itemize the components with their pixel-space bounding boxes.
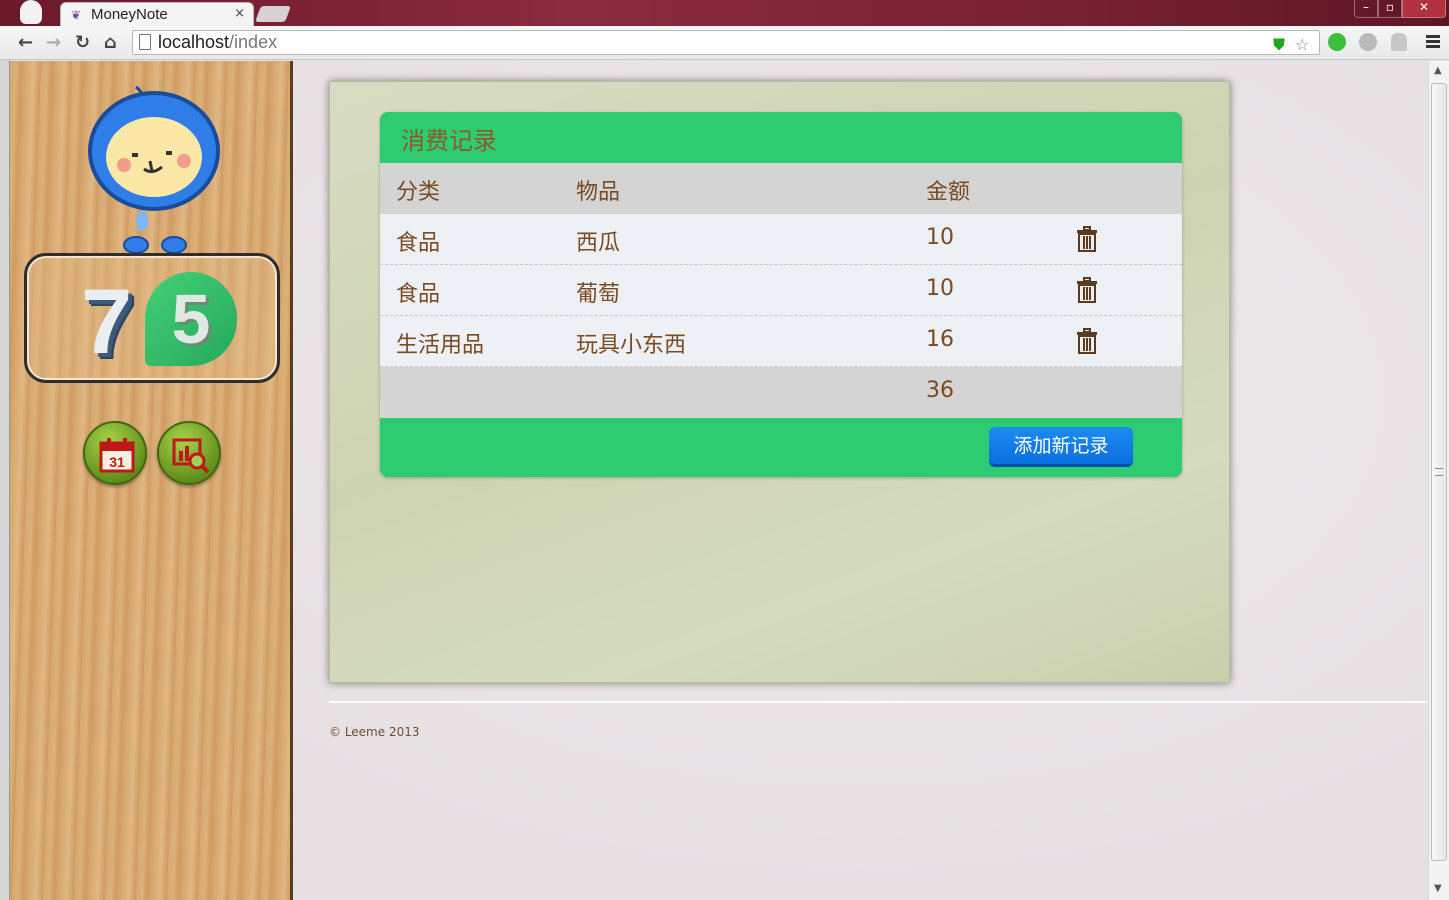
home-icon[interactable]: ⌂ [104, 32, 117, 53]
table-row: 食品 西瓜 10 [380, 214, 1182, 265]
window-titlebar: ❦ MoneyNote × – ▫ ✕ [0, 0, 1449, 26]
counter-digit-2: 5 [171, 280, 211, 358]
row-amount: 10 [926, 276, 954, 301]
menu-icon[interactable] [1426, 35, 1440, 50]
scrollbar-grip [1435, 468, 1443, 476]
calendar-button[interactable]: 31 [83, 421, 147, 485]
card-title: 消费记录 [401, 127, 497, 155]
footer-divider [329, 701, 1428, 703]
row-amount: 10 [926, 225, 954, 250]
favicon-icon: ❦ [71, 8, 82, 22]
stats-search-icon [172, 438, 210, 474]
tab-title: MoneyNote [91, 6, 168, 23]
table-row: 生活用品 玩具小东西 16 [380, 316, 1182, 367]
tab-close-icon[interactable]: × [234, 6, 245, 21]
statistics-button[interactable] [157, 421, 221, 485]
content-panel: 消费记录 分类 物品 金额 食品 西瓜 10 食品 葡萄 10 生活用品 玩具小… [329, 81, 1230, 683]
forward-icon[interactable]: → [46, 32, 61, 53]
expense-table: 分类 物品 金额 食品 西瓜 10 食品 葡萄 10 生活用品 玩具小东西 16… [380, 163, 1182, 418]
row-category: 食品 [396, 231, 441, 256]
svg-text:31: 31 [109, 454, 125, 470]
row-category: 食品 [396, 282, 441, 307]
page-icon [139, 34, 151, 50]
shield-icon[interactable]: ⛊ [1273, 35, 1285, 55]
counter-digit-2-badge: 5 [145, 272, 237, 366]
back-icon[interactable]: ← [18, 32, 33, 53]
row-item: 葡萄 [576, 282, 621, 307]
table-row: 食品 葡萄 10 [380, 265, 1182, 316]
mascot-icon [88, 85, 220, 254]
maximize-button[interactable]: ▫ [1378, 0, 1402, 18]
row-item: 西瓜 [576, 231, 621, 256]
address-bar[interactable]: localhost/index ⛊ ☆ [132, 30, 1320, 55]
add-record-button[interactable]: 添加新记录 [989, 427, 1133, 467]
header-category: 分类 [396, 180, 441, 205]
trash-icon[interactable] [1076, 277, 1098, 303]
expense-card: 消费记录 分类 物品 金额 食品 西瓜 10 食品 葡萄 10 生活用品 玩具小… [380, 112, 1182, 477]
footer-copyright: © Leeme 2013 [329, 725, 420, 739]
trash-icon[interactable] [1076, 328, 1098, 354]
record-counter: 7 5 [24, 253, 280, 383]
extension-icon[interactable] [1328, 33, 1346, 51]
background-window-edge [0, 60, 10, 900]
scrollbar-thumb[interactable] [1431, 83, 1447, 861]
trash-icon[interactable] [1076, 226, 1098, 252]
url-text: localhost/index [158, 32, 278, 52]
profile-icon[interactable] [20, 0, 42, 24]
counter-digit-1: 7 [81, 271, 133, 373]
page: 7 5 31 消费记录 分类 物品 金额 食品 西瓜 10 食品 葡萄 10 生… [10, 61, 1428, 900]
row-amount: 16 [926, 327, 954, 352]
minimize-button[interactable]: – [1354, 0, 1378, 18]
calendar-icon: 31 [99, 438, 135, 473]
total-amount: 36 [926, 378, 954, 403]
row-category: 生活用品 [396, 333, 485, 358]
reload-icon[interactable]: ↻ [75, 32, 90, 53]
close-window-button[interactable]: ✕ [1402, 0, 1446, 18]
header-amount: 金额 [926, 180, 971, 205]
scroll-down-icon[interactable]: ▼ [1434, 883, 1442, 894]
scroll-up-icon[interactable]: ▲ [1434, 65, 1442, 76]
globe-icon[interactable] [1359, 33, 1377, 51]
android-icon[interactable] [1391, 33, 1407, 51]
browser-tab[interactable]: ❦ MoneyNote × [60, 2, 254, 26]
new-tab-button[interactable] [255, 6, 291, 22]
browser-toolbar: ← → ↻ ⌂ localhost/index ⛊ ☆ [0, 26, 1449, 60]
header-item: 物品 [576, 180, 621, 205]
star-icon[interactable]: ☆ [1295, 35, 1309, 54]
sidebar: 7 5 31 [10, 61, 293, 900]
row-item: 玩具小东西 [576, 333, 687, 358]
table-total-row: 36 [380, 367, 1182, 418]
table-header-row: 分类 物品 金额 [380, 163, 1182, 214]
vertical-scrollbar[interactable]: ▲ ▼ [1428, 61, 1449, 900]
